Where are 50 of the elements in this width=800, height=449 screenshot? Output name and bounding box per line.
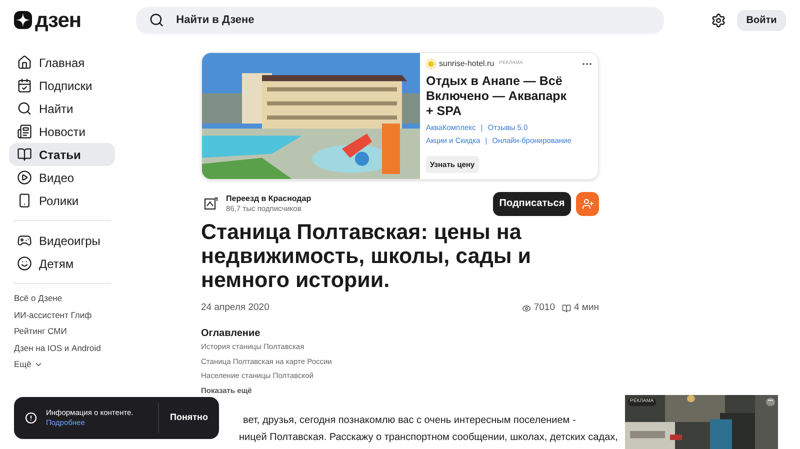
alert-icon	[25, 412, 37, 424]
gamepad-icon	[17, 233, 32, 248]
logo-icon	[14, 11, 32, 29]
footer-link[interactable]: Рейтинг СМИ	[14, 325, 115, 338]
sidebar-item[interactable]: Детям	[9, 252, 115, 275]
login-button[interactable]: Войти	[737, 10, 786, 30]
sidebar-item[interactable]: Подписки	[9, 74, 115, 97]
settings-icon[interactable]	[711, 12, 726, 28]
logo-text: дзен	[35, 10, 82, 30]
article-text: ницей Полтавская. Расскажу о транспортном сообщении, школах, детских садах,	[239, 431, 618, 446]
sun-icon	[426, 59, 436, 69]
read-time: 4 мин	[574, 301, 599, 315]
sidebar-item[interactable]: Статьи	[9, 143, 115, 166]
footer-link[interactable]: Дзен на IOS и Android	[14, 342, 115, 355]
smile-icon	[17, 256, 32, 271]
house-icon	[17, 55, 32, 70]
channel-avatar-icon	[203, 196, 219, 212]
chevron-down-icon	[34, 360, 44, 369]
article-date: 24 апреля 2020	[201, 301, 270, 315]
article-text: вет, друзья, сегодня познакомлю вас с очень интересным поселением -	[242, 414, 576, 428]
phone-icon	[17, 193, 32, 208]
book-icon	[562, 304, 571, 313]
share-button[interactable]	[576, 192, 599, 216]
sidebar-item[interactable]: Видеоигры	[9, 229, 115, 252]
search-field[interactable]: Найти в Дзене	[176, 12, 651, 28]
subscribe-button[interactable]: Подписаться	[493, 192, 571, 216]
eye-icon	[522, 304, 531, 313]
person-plus-icon	[582, 198, 594, 210]
view-count: 7010	[534, 301, 555, 315]
channel-name[interactable]: Переезд в Краснодар	[226, 194, 312, 204]
search-icon	[149, 12, 164, 28]
footer-link[interactable]: Всё о Дзене	[14, 292, 115, 306]
ok-button[interactable]: Понятно	[159, 411, 219, 425]
sidebar-item[interactable]: Главная	[9, 51, 115, 74]
more-button[interactable]: Ещё	[14, 358, 115, 371]
sidebar-item[interactable]: Видео	[9, 166, 115, 189]
ad-title: Отдых в Анапе — Всё Включено — Аквапарк + SPA	[426, 74, 568, 119]
article-title: Станица Полтавская: цены на недвижимость, школы, сады и немного истории.	[201, 220, 532, 292]
play-icon	[17, 170, 32, 185]
footer-link[interactable]: ИИ-ассистент Глиф	[14, 308, 115, 322]
newspaper-icon	[17, 124, 32, 139]
search-bar[interactable]: Найти в Дзене	[136, 6, 664, 34]
ad-domain: sunrise-hotel.ru	[439, 58, 494, 70]
calendar-check-icon	[17, 78, 32, 93]
toc-heading: Оглавление	[201, 327, 262, 340]
sidebar-item[interactable]: Найти	[9, 97, 115, 120]
book-icon	[17, 147, 32, 162]
sidebar-item[interactable]: Новости	[9, 120, 115, 143]
sidebar-item[interactable]: Ролики	[9, 189, 115, 212]
search-icon	[17, 101, 32, 116]
